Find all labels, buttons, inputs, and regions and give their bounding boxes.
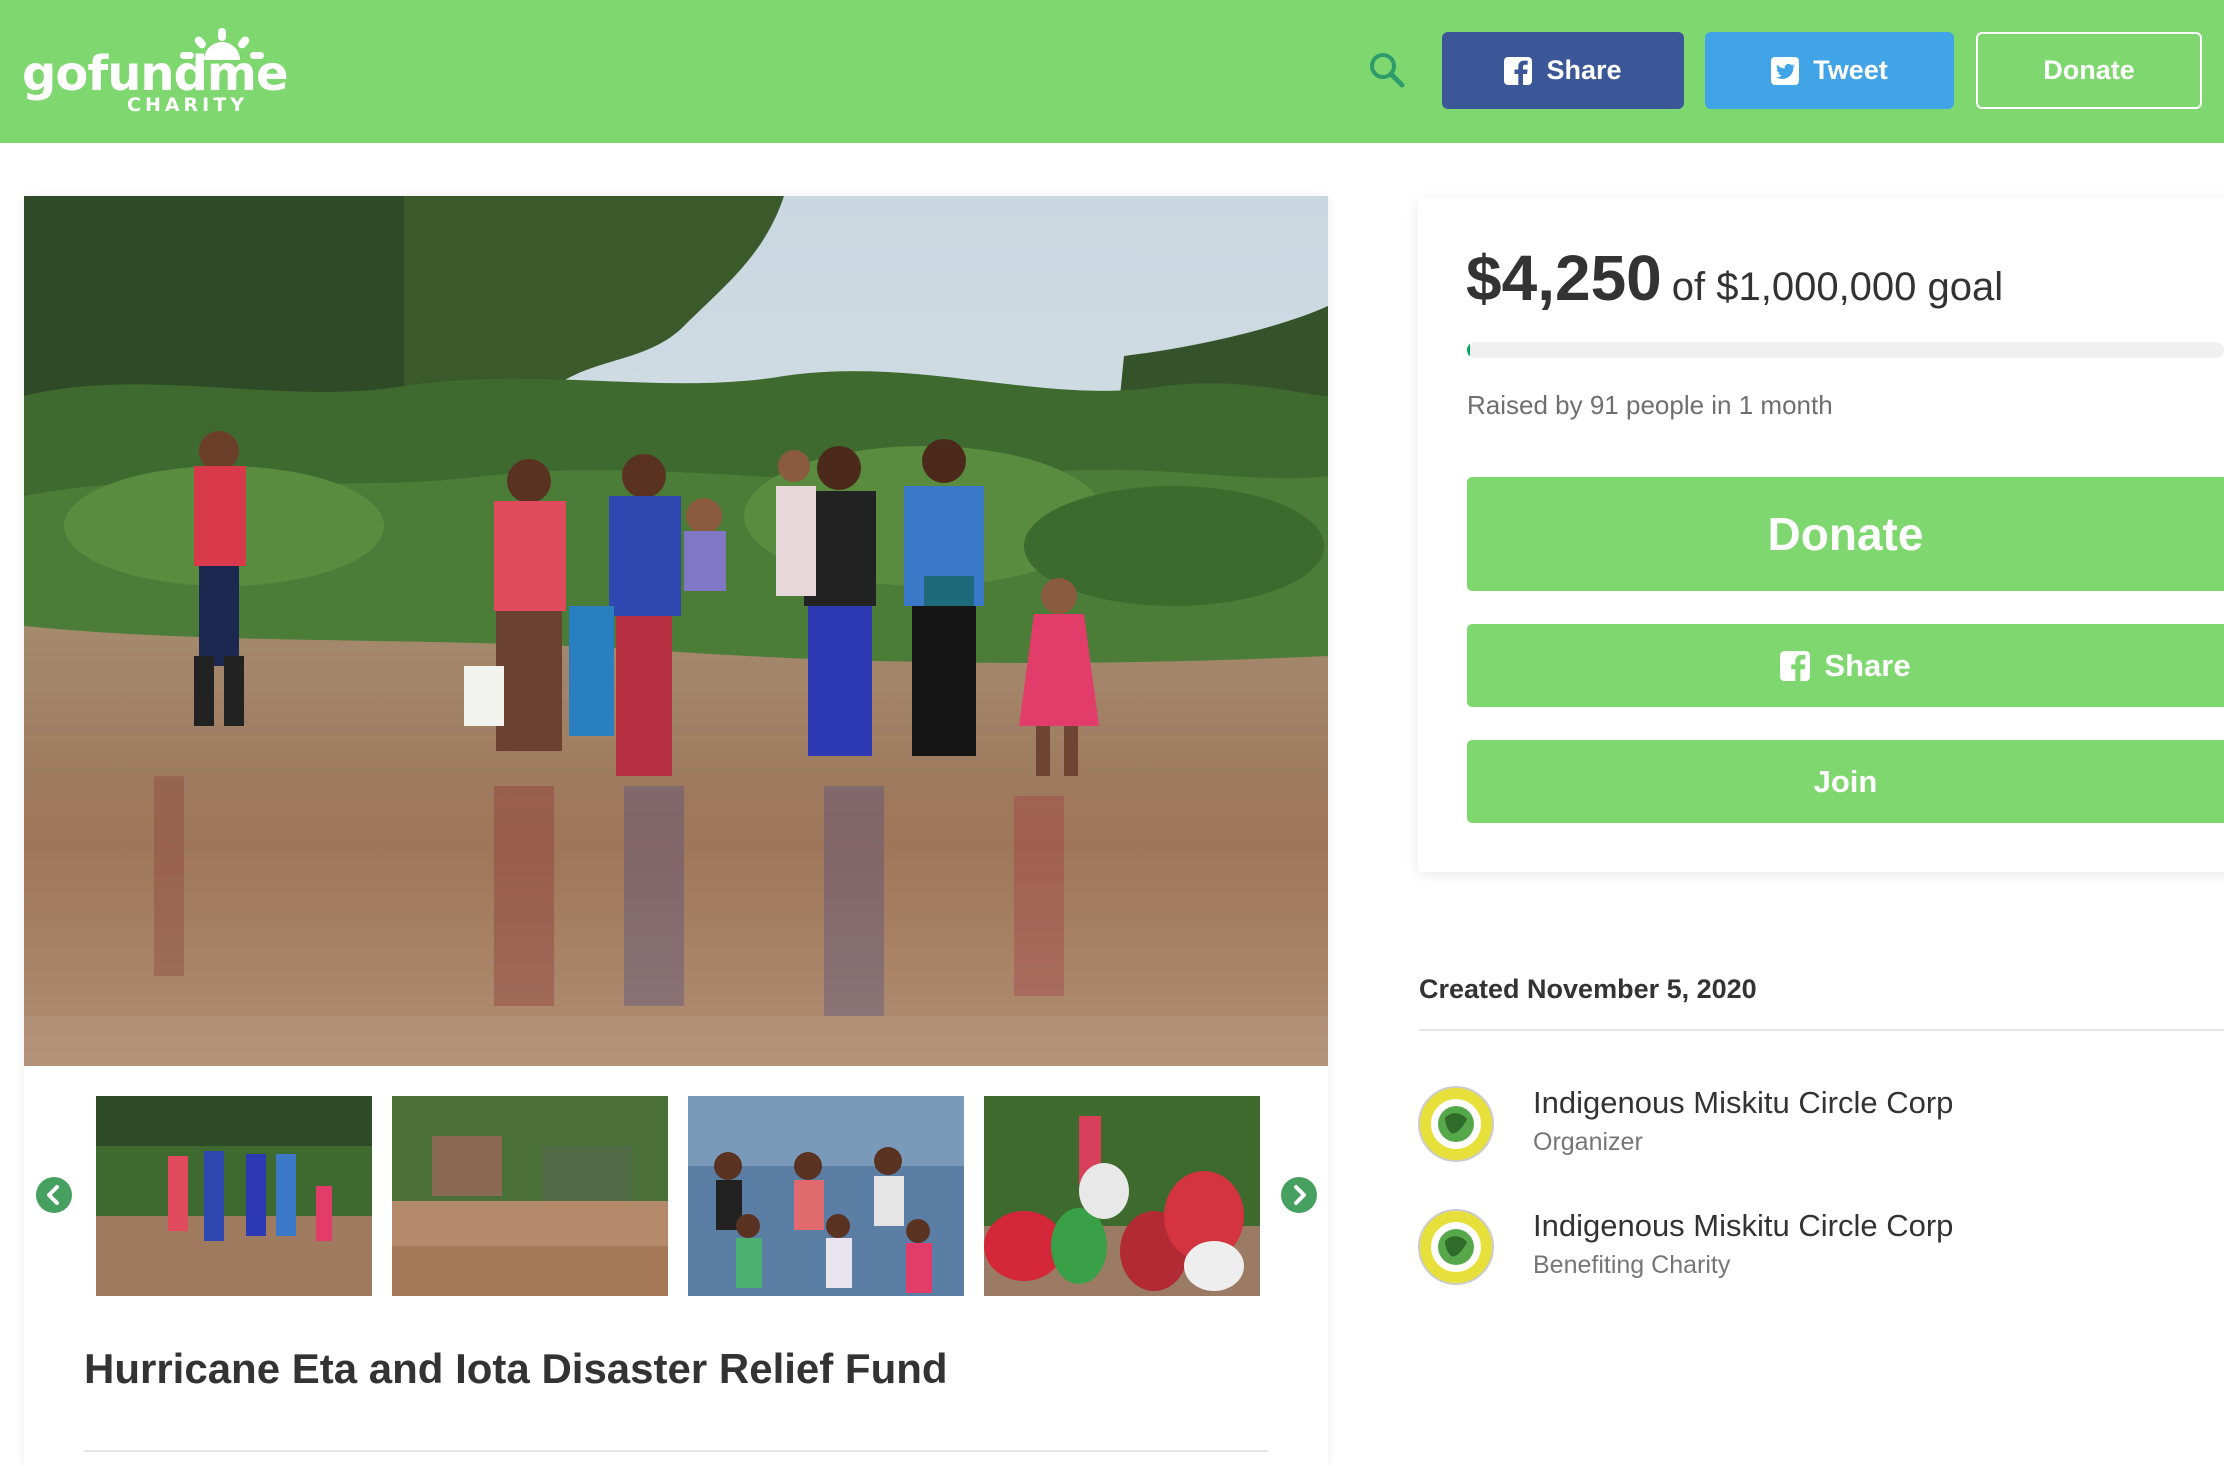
organizer-logo[interactable] — [1417, 1085, 1495, 1163]
logo-wordmark: gofundme — [22, 46, 288, 102]
header-tweet-label: Tweet — [1813, 55, 1888, 85]
carousel-next-button[interactable] — [1281, 1177, 1317, 1213]
chevron-left-icon — [47, 1185, 59, 1205]
header-share-label: Share — [1546, 55, 1622, 85]
share-button[interactable]: Share — [1467, 624, 2224, 707]
twitter-icon — [1771, 56, 1800, 85]
charity-logo[interactable] — [1417, 1208, 1495, 1286]
title-divider — [84, 1450, 1268, 1452]
facebook-icon — [1780, 650, 1811, 681]
organizer-name[interactable]: Indigenous Miskitu Circle Corp — [1533, 1085, 1953, 1121]
gofundme-charity-logo[interactable]: gofundme CHARITY — [22, 28, 288, 120]
raised-by-text: Raised by 91 people in 1 month — [1467, 390, 1833, 420]
facebook-icon — [1504, 56, 1533, 85]
progress-bar — [1467, 342, 2224, 358]
carousel-prev-button[interactable] — [36, 1177, 72, 1213]
thumbnail-2[interactable] — [392, 1096, 668, 1296]
raised-amount: $4,250 — [1466, 242, 1662, 314]
created-divider — [1419, 1029, 2224, 1031]
logo-subtitle: CHARITY — [127, 94, 248, 116]
chevron-right-icon — [1294, 1185, 1306, 1205]
thumbnail-3[interactable] — [688, 1096, 964, 1296]
campaign-title: Hurricane Eta and Iota Disaster Relief F… — [84, 1345, 948, 1392]
organizer-role: Organizer — [1533, 1128, 1643, 1156]
thumbnail-4[interactable] — [984, 1096, 1260, 1296]
share-button-label: Share — [1824, 647, 1911, 683]
thumbnail-1[interactable] — [96, 1096, 372, 1296]
created-date: Created November 5, 2020 — [1419, 974, 1757, 1004]
charity-role: Benefiting Charity — [1533, 1251, 1731, 1279]
header-share-button[interactable]: Share — [1442, 32, 1684, 109]
header-tweet-button[interactable]: Tweet — [1705, 32, 1954, 109]
top-navbar: gofundme CHARITY Share Tweet Donate — [0, 0, 2224, 143]
goal-text: of $1,000,000 goal — [1671, 265, 2004, 309]
search-icon[interactable] — [1367, 50, 1407, 90]
join-button[interactable]: Join — [1467, 740, 2224, 823]
header-donate-button[interactable]: Donate — [1976, 32, 2202, 109]
campaign-hero-image — [24, 196, 1328, 1066]
donate-button[interactable]: Donate — [1467, 477, 2224, 591]
raised-summary: $4,250 of $1,000,000 goal — [1466, 246, 2003, 310]
charity-name[interactable]: Indigenous Miskitu Circle Corp — [1533, 1208, 1953, 1244]
